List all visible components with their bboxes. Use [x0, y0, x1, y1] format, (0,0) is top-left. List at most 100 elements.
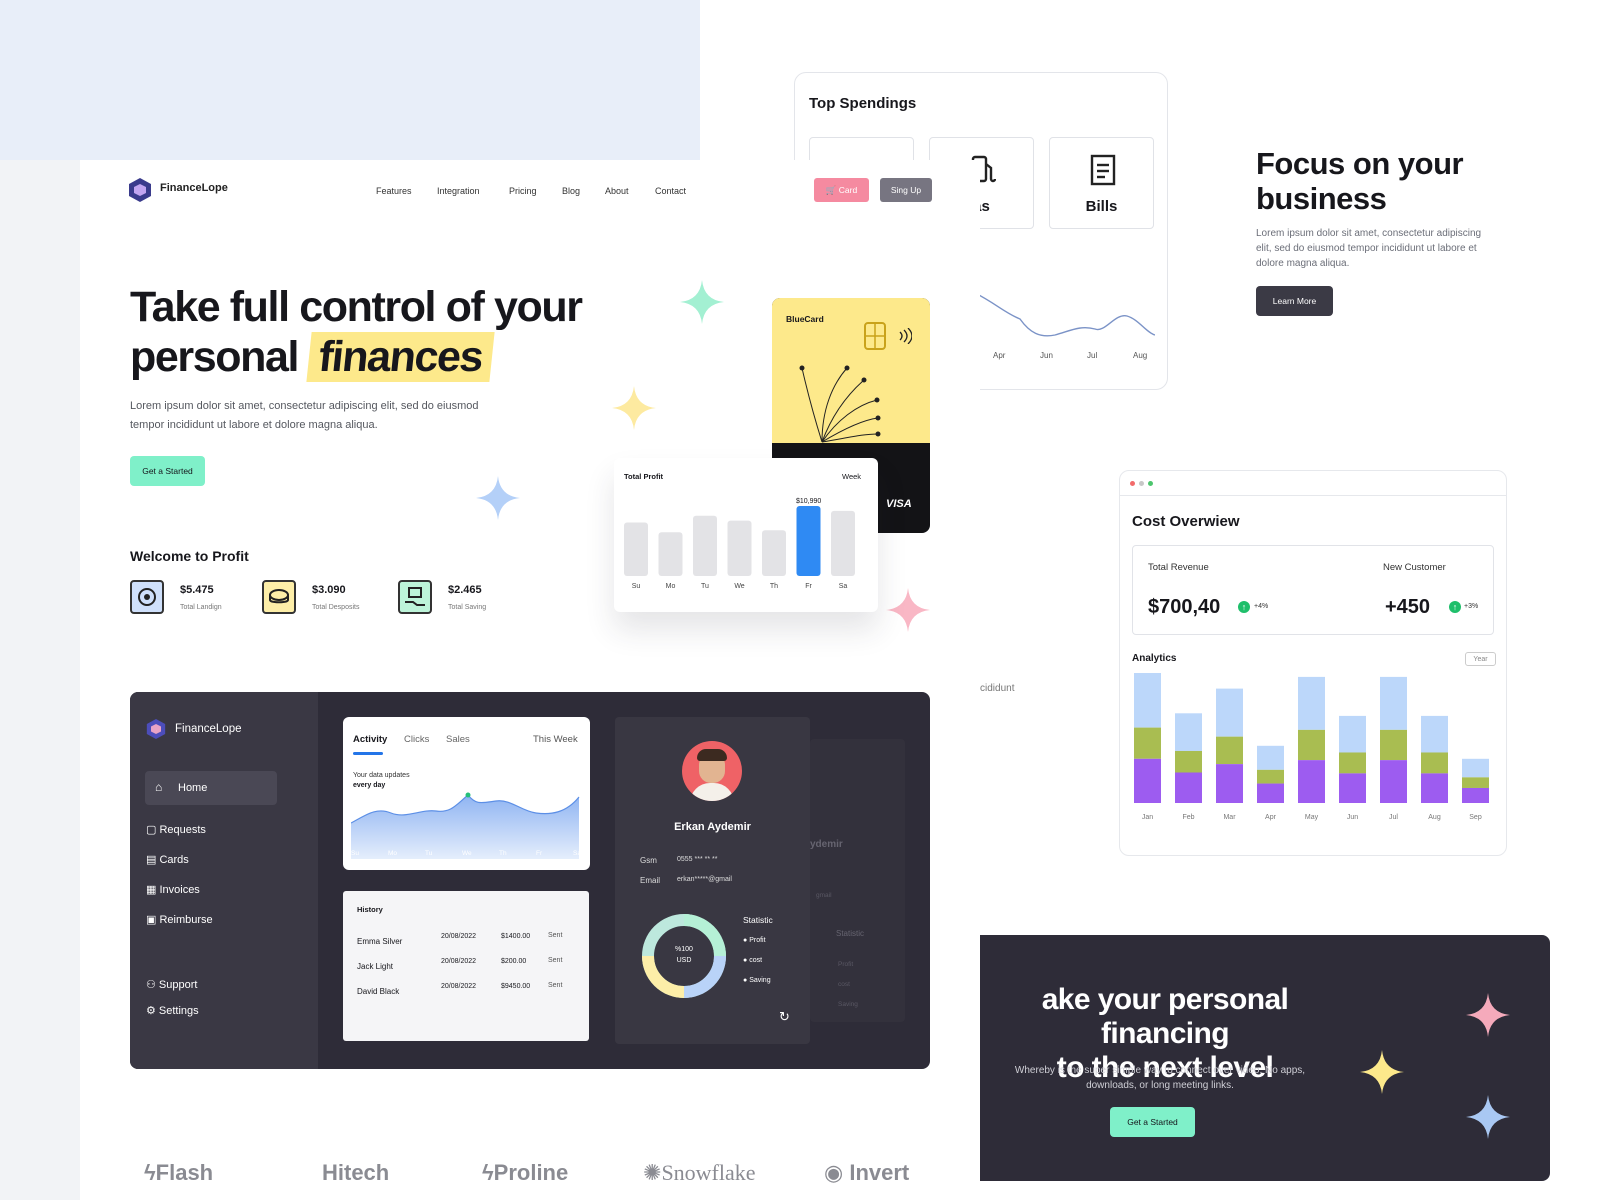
profit-bar	[796, 506, 821, 576]
sidebar-item-support[interactable]: ⚇ Support	[146, 978, 197, 991]
axis-tick: Jun	[1040, 351, 1053, 360]
email-value: erkan*****@gmail	[677, 876, 732, 883]
sidebar-item-requests[interactable]: ▢ Requests	[146, 823, 206, 836]
revenue-percent: +4%	[1254, 603, 1269, 610]
analytics-bar-segment	[1462, 787, 1489, 803]
analytics-bar-segment	[1175, 772, 1202, 803]
cart-button[interactable]: 🛒 Card	[814, 178, 869, 202]
analytics-bar-segment	[1462, 777, 1489, 788]
axis-tick: Jul	[1389, 814, 1398, 821]
sidebar-item-reimburse[interactable]: ▣ Reimburse	[146, 913, 213, 926]
brand-logo-flash: ϟFlash	[144, 1160, 214, 1185]
hero-title: Take full control of your personal financ…	[130, 283, 583, 382]
brand-logo-snowflake: ✺Snowflake	[643, 1160, 756, 1185]
snowflake-icon: ✺	[643, 1160, 662, 1185]
cost-title: Cost Overwiew	[1132, 513, 1240, 530]
analytics-bar-segment	[1339, 773, 1366, 803]
nav-features[interactable]: Features	[376, 186, 412, 196]
axis-tick: Apr	[993, 351, 1006, 360]
stat-value: $5.475	[180, 584, 214, 596]
window-dot-green	[1148, 481, 1153, 486]
analytics-bar-segment	[1339, 752, 1366, 774]
analytics-bar-segment	[1339, 715, 1366, 753]
sidebar-item-home[interactable]: ⌂ Home	[145, 771, 277, 805]
nav-about[interactable]: About	[605, 186, 629, 196]
total-profit-card: Total Profit Week $10,990 Su Mo Tu We Th Fr Sa	[614, 458, 878, 612]
history-name: Emma Silver	[357, 937, 403, 946]
period-select[interactable]: Year	[1465, 652, 1496, 666]
nav-pricing[interactable]: Pricing	[509, 186, 537, 196]
dashboard-sidebar: FinanceLope ⌂ Home ▢ Requests ▤ Cards ▦ …	[130, 692, 318, 1069]
analytics-bar-segment	[1175, 713, 1202, 751]
analytics-bar-segment	[1462, 758, 1489, 778]
nav-contact[interactable]: Contact	[655, 186, 686, 196]
analytics-bar-segment	[1421, 752, 1448, 774]
brand-logo-proline: ϟProline	[482, 1160, 569, 1185]
home-icon: ⌂	[155, 780, 163, 794]
history-amount: $200.00	[501, 958, 527, 965]
card-art-icon	[799, 365, 881, 443]
analytics-bar-segment	[1216, 736, 1243, 765]
legend-profit: ● Profit	[743, 937, 766, 944]
refresh-icon[interactable]: ↻	[779, 1009, 790, 1025]
axis-tick: May	[1305, 814, 1319, 821]
profit-bar	[727, 520, 752, 576]
learn-more-button[interactable]: Learn More	[1256, 286, 1333, 316]
cta-body: Whereby is the super simple way to conne…	[1014, 1065, 1306, 1091]
sidebar-item-invoices[interactable]: ▦ Invoices	[146, 883, 200, 896]
sidebar-item-settings[interactable]: ⚙ Settings	[146, 1004, 199, 1017]
profit-bar	[693, 515, 717, 576]
history-name: Jack Light	[357, 962, 394, 971]
signup-button[interactable]: Sing Up	[880, 178, 932, 202]
revenue-value: $700,40	[1148, 596, 1221, 618]
stat-label: Total Desposits	[312, 604, 360, 611]
avatar[interactable]	[682, 741, 742, 801]
analytics-bar-segment	[1298, 729, 1325, 761]
top-spendings-title: Top Spendings	[809, 95, 917, 112]
dashboard-preview: FinanceLope ⌂ Home ▢ Requests ▤ Cards ▦ …	[130, 692, 930, 1069]
ghost-name: ydemir	[810, 839, 843, 850]
period-select[interactable]: This Week	[533, 734, 578, 745]
cta-start-button[interactable]: Get a Started	[1110, 1107, 1195, 1137]
gsm-value: 0555 *** ** **	[677, 856, 718, 863]
tab-sales[interactable]: Sales	[446, 734, 470, 745]
profit-bar	[762, 530, 786, 576]
eye-icon	[130, 580, 164, 614]
chip-icon	[864, 322, 886, 350]
profit-period[interactable]: Week	[842, 472, 861, 481]
cta-banner: ake your personal financing to the next l…	[980, 935, 1550, 1181]
nav-integration[interactable]: Integration	[437, 186, 480, 196]
history-date: 20/08/2022	[441, 983, 477, 990]
analytics-bar-segment	[1380, 676, 1407, 730]
analytics-bar-segment	[1380, 760, 1407, 803]
cost-summary: Total Revenue $700,40 ↑ +4% New Customer…	[1132, 545, 1494, 635]
ghost-email: gmail	[816, 892, 832, 899]
table-row[interactable]: Emma Silver 20/08/2022 $1400.00 Sent	[343, 932, 589, 951]
tab-activity[interactable]: Activity	[353, 734, 387, 745]
activity-axis: Su Mo Tu We Th Fr Sa	[351, 850, 581, 860]
sidebar-item-cards[interactable]: ▤ Cards	[146, 853, 189, 866]
welcome-title: Welcome to Profit	[130, 548, 249, 564]
analytics-bar-segment	[1134, 673, 1161, 728]
table-row[interactable]: Jack Light 20/08/2022 $200.00 Sent	[343, 957, 589, 976]
analytics-label: Analytics	[1132, 653, 1177, 664]
statistic-label: Statistic	[743, 915, 773, 925]
spending-tile-bills[interactable]: Bills	[1049, 137, 1154, 229]
axis-tick: Aug	[1428, 814, 1441, 821]
axis-tick: Tu	[425, 850, 433, 857]
customer-value: +450	[1385, 596, 1431, 618]
table-row[interactable]: David Black 20/08/2022 $9450.00 Sent	[343, 982, 589, 1001]
axis-tick: Sa	[839, 583, 848, 590]
ghost-profile-card: ydemir gmail Statistic Profit cost Savin…	[810, 739, 905, 1022]
sidebar-item-label: Home	[178, 782, 208, 794]
history-name: David Black	[357, 987, 400, 996]
spending-tile-label: Bills	[1085, 198, 1118, 215]
analytics-bar-segment	[1380, 729, 1407, 761]
tab-clicks[interactable]: Clicks	[404, 734, 429, 745]
text-fragment: cididunt	[980, 683, 1015, 694]
profit-title: Total Profit	[624, 472, 664, 481]
get-started-button[interactable]: Get a Started	[130, 456, 205, 486]
nav-blog[interactable]: Blog	[562, 186, 580, 196]
brand-name: FinanceLope	[160, 182, 228, 194]
cart-icon: 🛒	[825, 185, 837, 195]
